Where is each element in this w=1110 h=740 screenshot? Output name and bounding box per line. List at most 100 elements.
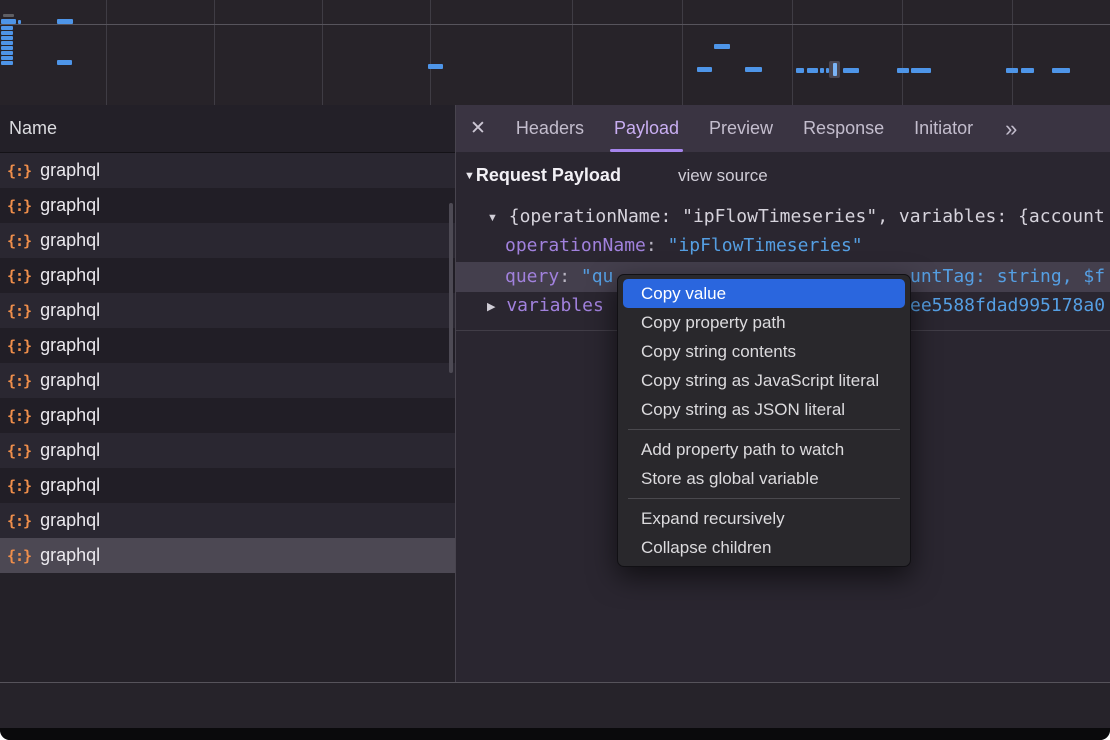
property-key: operationName — [505, 235, 646, 256]
menu-item-expand-recursively[interactable]: Expand recursively — [618, 504, 910, 533]
waterfall-bar — [843, 68, 859, 73]
waterfall-bar — [1, 51, 13, 55]
tab-payload[interactable]: Payload — [614, 105, 679, 152]
object-preview: {operationName: "ipFlowTimeseries", vari… — [509, 206, 1105, 227]
waterfall-bar — [1021, 68, 1034, 73]
waterfall-bar — [1, 31, 13, 35]
waterfall-bar — [745, 67, 762, 72]
collapse-triangle-icon: ▼ — [464, 170, 475, 182]
waterfall-bar — [1, 56, 13, 60]
table-row[interactable]: {:} graphql — [0, 468, 455, 503]
menu-separator — [628, 498, 900, 499]
query-value-fragment: untTag: string, $f — [910, 262, 1105, 292]
request-list-panel: Name {:} graphql {:} graphql {:} graphql {:… — [0, 105, 455, 682]
network-overview-timeline[interactable] — [0, 0, 1110, 106]
json-braces-icon: {:} — [7, 442, 31, 460]
menu-separator — [628, 429, 900, 430]
tab-response[interactable]: Response — [803, 105, 884, 152]
request-name: graphql — [40, 230, 100, 251]
waterfall-bar — [428, 64, 443, 69]
tree-row-operationname[interactable]: operationName: "ipFlowTimeseries" — [456, 232, 1110, 260]
colon: : — [559, 266, 570, 287]
request-name: graphql — [40, 160, 100, 181]
json-braces-icon: {:} — [7, 197, 31, 215]
property-value: "ipFlowTimeseries" — [668, 235, 863, 256]
json-braces-icon: {:} — [7, 232, 31, 250]
menu-item-copy-string-js-literal[interactable]: Copy string as JavaScript literal — [618, 366, 910, 395]
menu-item-copy-property-path[interactable]: Copy property path — [618, 308, 910, 337]
menu-item-store-as-global-variable[interactable]: Store as global variable — [618, 464, 910, 493]
request-payload-section-header[interactable]: ▼ Request Payload view source — [456, 165, 768, 186]
request-name: graphql — [40, 370, 100, 391]
waterfall-bar — [57, 60, 72, 65]
property-key: variables — [506, 295, 604, 316]
request-name: graphql — [40, 335, 100, 356]
table-row[interactable]: {:} graphql — [0, 398, 455, 433]
menu-item-copy-string-json-literal[interactable]: Copy string as JSON literal — [618, 395, 910, 424]
table-row[interactable]: {:} graphql — [0, 293, 455, 328]
waterfall-bar — [820, 68, 824, 73]
tab-headers[interactable]: Headers — [516, 105, 584, 152]
waterfall-bar — [57, 19, 73, 24]
tab-initiator[interactable]: Initiator — [914, 105, 973, 152]
variables-value-fragment: ee5588fdad995178a0 — [910, 292, 1105, 320]
table-row-selected[interactable]: {:} graphql — [0, 538, 455, 573]
more-tabs-icon[interactable]: » — [1005, 107, 1017, 151]
table-row[interactable]: {:} graphql — [0, 433, 455, 468]
menu-item-add-property-path-to-watch[interactable]: Add property path to watch — [618, 435, 910, 464]
table-row[interactable]: {:} graphql — [0, 503, 455, 538]
waterfall-bar — [1, 46, 13, 50]
view-source-link[interactable]: view source — [678, 166, 768, 186]
table-row[interactable]: {:}graphql — [0, 328, 455, 363]
request-name: graphql — [40, 545, 100, 566]
waterfall-bar — [1052, 68, 1070, 73]
waterfall-bar — [1006, 68, 1018, 73]
json-braces-icon: {:} — [7, 407, 31, 425]
close-icon[interactable]: ✕ — [470, 117, 486, 140]
collapse-triangle-icon[interactable]: ▼ — [487, 204, 498, 231]
request-name: graphql — [40, 440, 100, 461]
menu-item-copy-string-contents[interactable]: Copy string contents — [618, 337, 910, 366]
name-column-header[interactable]: Name — [0, 105, 455, 153]
json-braces-icon: {:} — [7, 547, 31, 565]
menu-item-copy-value[interactable]: Copy value — [623, 279, 905, 308]
table-row[interactable]: {:} graphql — [0, 223, 455, 258]
section-title: Request Payload — [476, 165, 621, 186]
devtools-network-panel: Name {:} graphql {:} graphql {:} graphql {:… — [0, 0, 1110, 740]
tree-root-row[interactable]: ▼ {operationName: "ipFlowTimeseries", va… — [456, 203, 1110, 231]
table-row[interactable]: {:}graphql — [0, 188, 455, 223]
table-row[interactable]: {:} graphql — [0, 153, 455, 188]
waterfall-bar — [1, 26, 13, 30]
tab-preview[interactable]: Preview — [709, 105, 773, 152]
request-name: graphql — [40, 300, 100, 321]
request-name: graphql — [40, 510, 100, 531]
colon: : — [646, 235, 657, 256]
table-row[interactable]: {:} graphql — [0, 363, 455, 398]
waterfall-bar — [807, 68, 818, 73]
json-braces-icon: {:} — [7, 477, 31, 495]
status-footer — [0, 682, 1110, 729]
json-braces-icon: {:} — [7, 162, 31, 180]
waterfall-bar — [796, 68, 804, 73]
timeline-selection-tick-bar — [833, 63, 837, 76]
json-braces-icon: {:} — [7, 302, 31, 320]
request-name: graphql — [40, 265, 100, 286]
waterfall-bar — [911, 68, 931, 73]
waterfall-bar — [897, 68, 909, 73]
request-name: graphql — [40, 405, 100, 426]
request-name: graphql — [40, 475, 100, 496]
json-braces-icon: {:} — [7, 267, 31, 285]
list-scrollbar-thumb[interactable] — [449, 203, 453, 373]
waterfall-bar — [1, 36, 13, 40]
waterfall-bar — [18, 20, 21, 24]
request-rows: {:} graphql {:} graphql {:} graphql {:} grap… — [0, 153, 455, 573]
detail-tabbar: ✕ Headers Payload Preview Response Initi… — [456, 105, 1110, 152]
json-braces-icon: {:} — [7, 372, 31, 390]
table-row[interactable]: {:} graphql — [0, 258, 455, 293]
menu-item-collapse-children[interactable]: Collapse children — [618, 533, 910, 562]
waterfall-bar — [714, 44, 730, 49]
property-key: query — [505, 266, 559, 287]
context-menu: Copy value Copy property path Copy strin… — [617, 274, 911, 567]
json-braces-icon: {:} — [7, 512, 31, 530]
window-bottom-edge — [0, 728, 1110, 740]
